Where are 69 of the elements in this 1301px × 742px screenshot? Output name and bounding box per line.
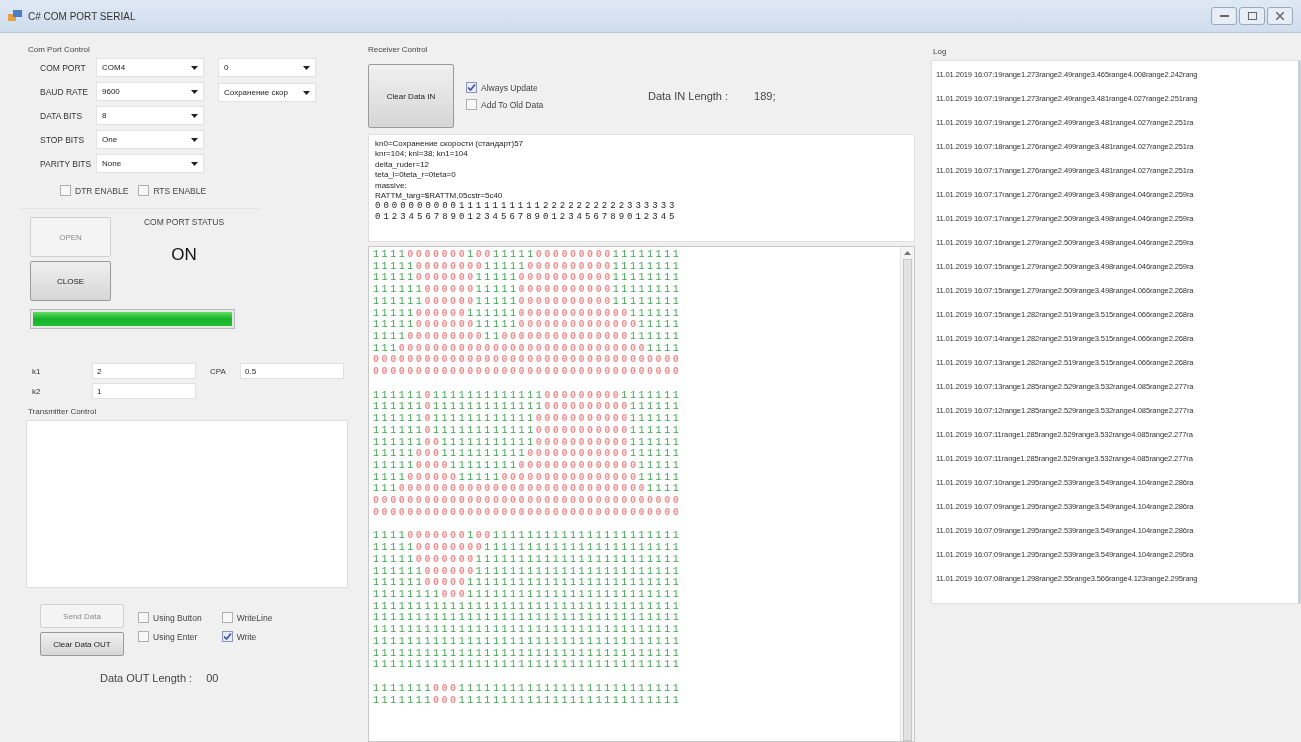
received-text-line: knr=104; knl=38; kn1=104 [375, 149, 469, 160]
length-value: 00 [206, 672, 219, 684]
group-title: Transmitter Control [28, 407, 97, 416]
status-title: COM PORT STATUS [143, 217, 225, 227]
group-title: Receiver Control [368, 45, 428, 54]
window-title: C# COM PORT SERIAL [28, 10, 136, 22]
param-label: k2 [32, 386, 42, 396]
caret-icon [191, 113, 198, 118]
checkbox[interactable]: Using Enter [138, 631, 198, 642]
checkbox[interactable]: Write [221, 631, 257, 642]
received-text-line: 000000000011111111112222222222333333 [375, 201, 679, 212]
maximize-button[interactable] [1239, 7, 1265, 25]
dropdown[interactable]: 9600 [96, 82, 204, 101]
port-button[interactable]: CLOSE [30, 261, 111, 301]
scroll-up-icon [904, 251, 911, 255]
setting-label: COM PORT [40, 62, 87, 73]
received-text-area[interactable] [368, 134, 915, 242]
received-text-line: teta_l=0teta_r=0teta=0 [375, 170, 457, 181]
status-value: ON [171, 245, 197, 265]
checkbox[interactable]: Always Update [466, 82, 538, 93]
caret-icon [303, 65, 310, 70]
checkbox[interactable]: Using Button [138, 612, 202, 623]
minimize-icon [1219, 14, 1229, 18]
dropdown[interactable]: None [96, 154, 204, 173]
received-text-line: 012345678901234567890123456789012345 [375, 211, 679, 223]
check-icon [222, 632, 232, 641]
caret-icon [191, 137, 198, 142]
received-text-line: kn0=Сохранение скорости (стандарт)57 [375, 139, 525, 150]
length-value: 189; [754, 90, 776, 102]
checkbox[interactable]: RTS ENABLE [138, 185, 207, 196]
checkbox[interactable]: Add To Old Data [466, 99, 544, 110]
setting-label: BAUD RATE [40, 86, 90, 97]
transmit-button[interactable]: Clear Data OUT [40, 632, 124, 656]
group-title: Log [933, 47, 947, 56]
setting-label: STOP BITS [40, 134, 86, 145]
scroll-thumb[interactable] [903, 258, 912, 741]
close-button[interactable] [1267, 7, 1293, 25]
dropdown[interactable]: 0 [218, 58, 316, 77]
setting-label: PARITY BITS [40, 158, 93, 169]
clear-data-button[interactable]: Clear Data IN [368, 64, 454, 128]
caret-icon [191, 161, 198, 166]
checkbox[interactable]: DTR ENABLE [60, 185, 129, 196]
param-label: CPA [210, 366, 227, 376]
dropdown[interactable]: One [96, 130, 204, 149]
checkbox[interactable]: WriteLine [221, 612, 273, 623]
param-field[interactable]: 2 [92, 363, 196, 379]
scrollbar[interactable] [900, 247, 914, 741]
bit-grid-area[interactable] [368, 246, 915, 742]
maximize-icon [1247, 12, 1257, 20]
received-text-line: massive: [375, 180, 408, 192]
caret-icon [191, 65, 198, 70]
app-icon [8, 10, 22, 22]
caret-icon [191, 89, 198, 94]
check-icon [467, 83, 476, 92]
minimize-button[interactable] [1211, 7, 1237, 25]
param-field[interactable]: 1 [92, 383, 196, 399]
setting-label: DATA BITS [40, 110, 84, 121]
received-text-line: delta_ruder=12 [375, 159, 431, 171]
group-title: Com Port Control [28, 45, 90, 54]
caret-icon [303, 90, 310, 95]
received-text-line: RATTM_targ=$RATTM,05cstr=5c40 [375, 191, 504, 202]
close-icon [1276, 12, 1284, 20]
dropdown[interactable]: Сохранение скор [218, 83, 316, 102]
length-label: Data OUT Length : [100, 672, 193, 684]
param-label: k1 [32, 366, 42, 376]
length-label: Data IN Length : [648, 90, 729, 102]
param-field[interactable]: 0.5 [240, 363, 344, 379]
dropdown[interactable]: 8 [96, 106, 204, 125]
dropdown[interactable]: COM4 [96, 58, 204, 77]
